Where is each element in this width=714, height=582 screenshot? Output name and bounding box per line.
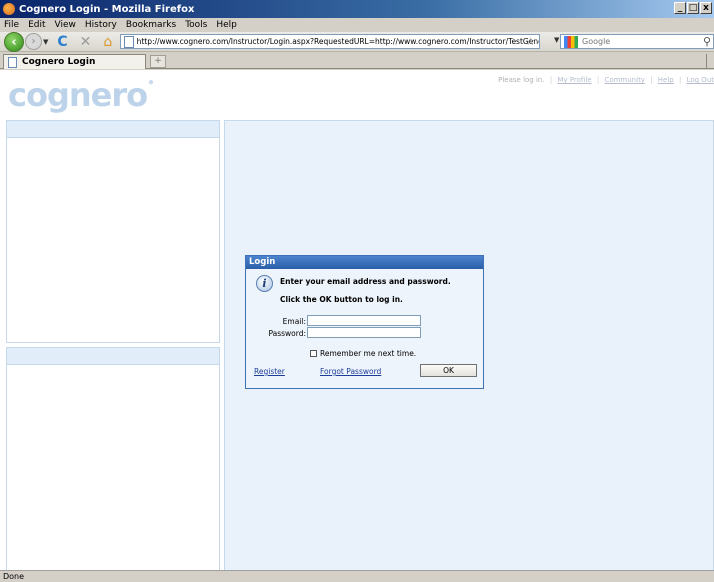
menu-bar: File Edit View History Bookmarks Tools H… (0, 18, 714, 32)
page-content: cognero• Please log in. | My Profile | C… (0, 70, 714, 570)
community-link[interactable]: Community (604, 76, 645, 84)
remember-checkbox[interactable] (310, 350, 317, 357)
stop-icon[interactable]: ✕ (80, 33, 92, 51)
menu-view[interactable]: View (55, 20, 76, 30)
menu-help[interactable]: Help (216, 20, 237, 30)
email-field[interactable] (307, 315, 421, 326)
tab-scroll[interactable] (706, 54, 714, 68)
back-icon[interactable]: ‹ (4, 31, 24, 52)
google-icon[interactable] (564, 35, 578, 48)
menu-file[interactable]: File (4, 20, 19, 30)
password-label: Password: (268, 329, 306, 338)
home-icon[interactable]: ⌂ (103, 33, 112, 51)
history-dropdown-icon[interactable]: ▼ (43, 38, 48, 46)
left-panel-bottom-header (7, 348, 219, 365)
address-bar[interactable]: http://www.cognero.com/Instructor/Login.… (120, 34, 541, 49)
tab-bar: Cognero Login + (0, 52, 714, 69)
left-panel-bottom (6, 347, 220, 570)
remember-me[interactable]: Remember me next time. (310, 349, 416, 358)
cognero-logo[interactable]: cognero• (8, 76, 155, 114)
logo-text: cognero (8, 76, 148, 114)
close-button[interactable]: x (700, 2, 712, 14)
main-panel: Login i Enter your email address and pas… (224, 120, 714, 570)
email-label: Email: (282, 317, 306, 326)
password-field[interactable] (307, 327, 421, 338)
menu-history[interactable]: History (85, 20, 117, 30)
menu-tools[interactable]: Tools (185, 20, 207, 30)
my-profile-link[interactable]: My Profile (557, 76, 591, 84)
login-message-2: Click the OK button to log in. (280, 295, 403, 304)
top-links: Please log in. | My Profile | Community … (498, 76, 714, 84)
remember-label: Remember me next time. (320, 349, 417, 358)
register-link[interactable]: Register (254, 367, 285, 376)
maximize-button[interactable]: □ (687, 2, 699, 14)
status-bar: Done (0, 570, 714, 582)
search-icon[interactable]: ⚲ (703, 35, 711, 48)
firefox-icon (3, 3, 15, 15)
forward-icon[interactable]: › (25, 33, 42, 50)
log-out-link[interactable]: Log Out (687, 76, 714, 84)
page-icon (124, 35, 134, 48)
info-icon: i (256, 275, 273, 292)
url-text[interactable]: http://www.cognero.com/Instructor/Login.… (137, 37, 540, 46)
separator: | (650, 76, 653, 84)
minimize-button[interactable]: _ (674, 2, 686, 14)
star-icon[interactable]: ☆ (525, 35, 535, 48)
left-panel-top-header (7, 121, 219, 138)
login-dialog-title: Login (246, 256, 483, 269)
search-input[interactable] (582, 37, 682, 46)
status-text: Done (3, 572, 25, 581)
window-title-bar: Cognero Login - Mozilla Firefox _ □ x (0, 0, 714, 18)
separator: | (549, 76, 553, 84)
page-icon (8, 56, 17, 68)
window-title: Cognero Login - Mozilla Firefox (19, 3, 195, 15)
window-controls: _ □ x (674, 2, 712, 14)
login-dialog: Login i Enter your email address and pas… (245, 255, 484, 389)
navigation-toolbar: ‹ › ▼ C ✕ ⌂ http://www.cognero.com/Instr… (0, 31, 714, 52)
forgot-password-link[interactable]: Forgot Password (320, 367, 381, 376)
login-message-1: Enter your email address and password. (280, 277, 451, 286)
search-box[interactable]: ⚲ (560, 34, 714, 49)
new-tab-button[interactable]: + (150, 55, 166, 68)
logo-mark: • (147, 76, 155, 90)
tab-label: Cognero Login (22, 57, 96, 67)
reload-icon[interactable]: C (57, 33, 67, 51)
menu-bookmarks[interactable]: Bookmarks (126, 20, 176, 30)
left-panel-top (6, 120, 220, 343)
help-link[interactable]: Help (658, 76, 674, 84)
tab-cognero-login[interactable]: Cognero Login (3, 54, 146, 69)
login-prompt: Please log in. (498, 76, 545, 84)
menu-edit[interactable]: Edit (28, 20, 45, 30)
separator: | (596, 76, 600, 84)
separator: | (678, 76, 682, 84)
ok-button[interactable]: OK (420, 364, 477, 377)
url-dropdown-icon[interactable]: ▼ (554, 36, 559, 44)
